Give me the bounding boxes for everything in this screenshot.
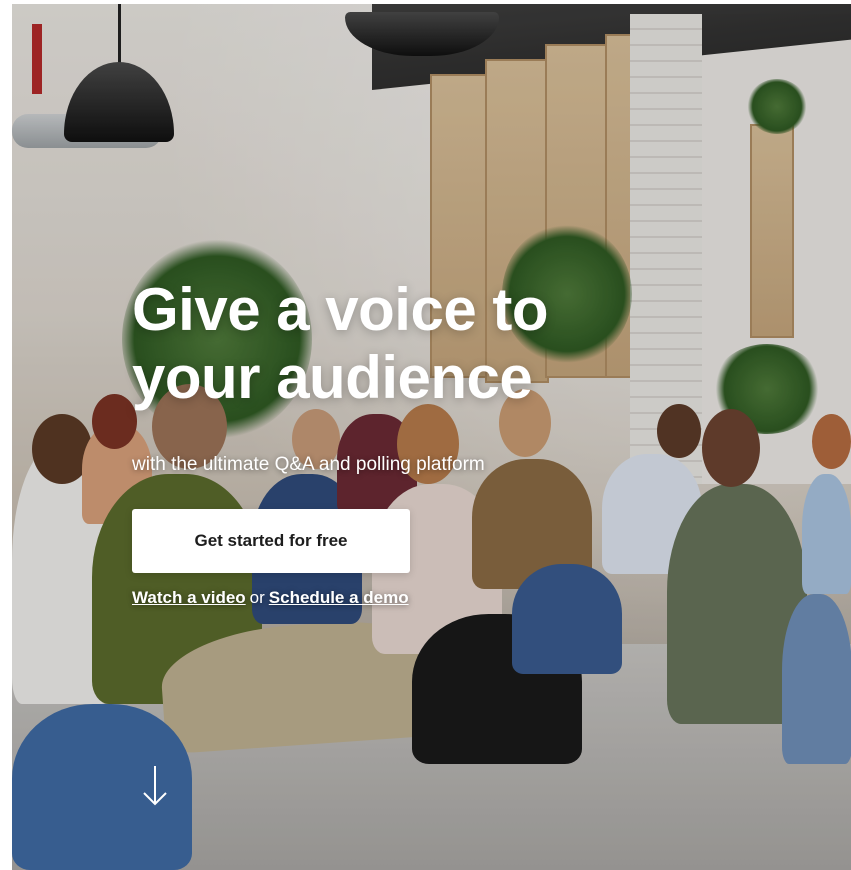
or-text: or	[249, 588, 265, 607]
hero-headline: Give a voice to your audience	[132, 276, 692, 412]
image-overlay	[12, 4, 851, 870]
get-started-button[interactable]: Get started for free	[132, 509, 410, 573]
hero-subheadline: with the ultimate Q&A and polling platfo…	[132, 454, 485, 475]
hero-section: Give a voice to your audience with the u…	[12, 4, 851, 870]
secondary-links: Watch a video or Schedule a demo	[132, 588, 409, 608]
watch-video-link[interactable]: Watch a video	[132, 588, 246, 607]
headline-line-1: Give a voice to	[132, 276, 549, 343]
schedule-demo-link[interactable]: Schedule a demo	[269, 588, 409, 607]
arrow-down-icon[interactable]	[140, 764, 170, 808]
headline-line-2: your audience	[132, 344, 533, 411]
